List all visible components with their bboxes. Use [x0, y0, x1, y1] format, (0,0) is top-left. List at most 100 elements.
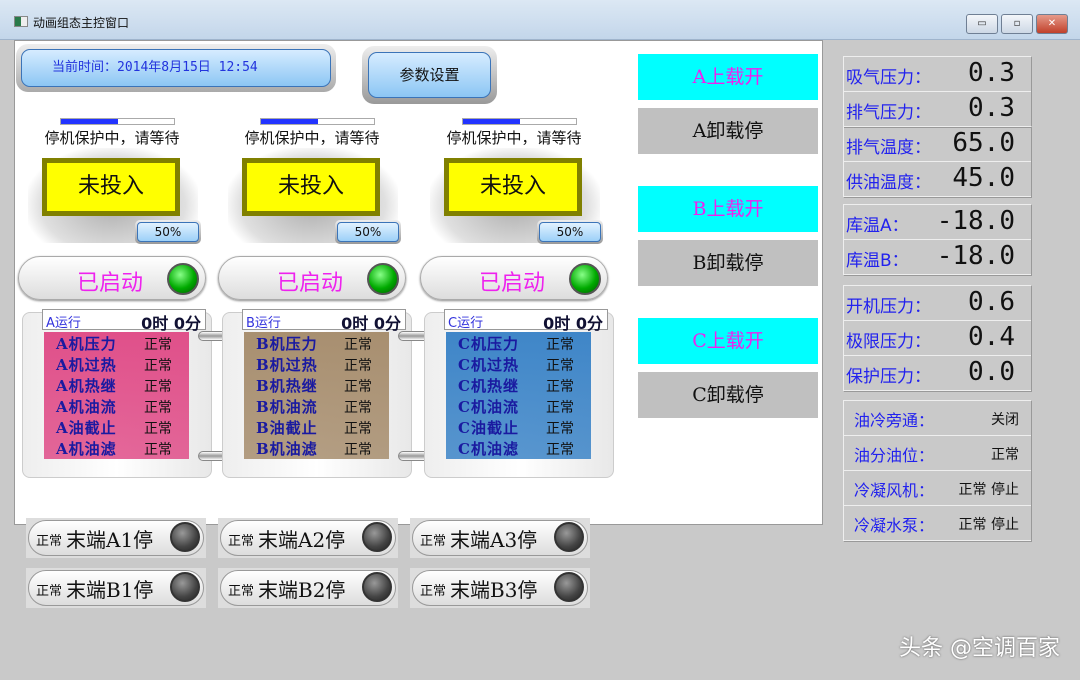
alarm-name: A机油滤 — [56, 440, 117, 458]
terminal-stop-button[interactable]: 正常 末端B1停 — [26, 568, 206, 608]
unit-state-box[interactable]: 未投入 — [42, 158, 180, 216]
status-row: 冷凝水泵： 正常 停止 — [844, 506, 1031, 541]
reading-group: 开机压力： 0.6 极限压力： 0.4 保护压力： 0.0 — [843, 285, 1032, 392]
terminal-status: 正常 — [36, 584, 63, 599]
status-lamp-green — [367, 263, 399, 295]
reading-label: 开机压力： — [846, 297, 931, 317]
close-button[interactable]: ✕ — [1036, 14, 1068, 34]
status-lamp-green — [569, 263, 601, 295]
terminal-stop-button[interactable]: 正常 末端B2停 — [218, 568, 398, 608]
unload-stop-button[interactable]: C卸载停 — [638, 372, 818, 418]
unload-stop-button[interactable]: B卸载停 — [638, 240, 818, 286]
alarm-row: C机热继 正常 — [458, 375, 591, 396]
run-time-header: C运行 0时 0分 — [444, 309, 608, 333]
load-percent-text: 50% — [137, 222, 199, 242]
terminal-label: 末端A1停 — [66, 528, 154, 552]
alarm-value: 正常 — [546, 400, 574, 416]
terminal-stop-button[interactable]: 正常 末端B3停 — [410, 568, 590, 608]
status-lamp-off — [362, 522, 392, 552]
alarm-name: A机油流 — [56, 398, 117, 416]
terminal-label: 末端A2停 — [258, 528, 346, 552]
unit-status-pill[interactable]: 已启动 — [18, 256, 206, 300]
progress-fill — [463, 119, 520, 124]
alarm-panel: A机压力 正常 A机过热 正常 A机热继 正常 A机油流 正常 A油截止 正常 A机油滤 正常 — [44, 332, 189, 459]
alarm-value: 正常 — [344, 400, 372, 416]
terminal-status: 正常 — [36, 534, 63, 549]
alarm-value: 正常 — [144, 400, 172, 416]
unit-state-box[interactable]: 未投入 — [444, 158, 582, 216]
maximize-button[interactable]: ▫ — [1001, 14, 1033, 34]
status-group: 油冷旁通： 关闭 油分油位： 正常 冷凝风机： 正常 停止 冷凝水泵： 正常 停止 — [843, 400, 1032, 542]
load-on-button[interactable]: C上载开 — [638, 318, 818, 364]
reading-row: 开机压力： 0.6 — [844, 286, 1031, 321]
alarm-row: B机热继 正常 — [256, 375, 389, 396]
status-value: 正常 停止 — [958, 517, 1019, 533]
alarm-row: A机压力 正常 — [56, 333, 189, 354]
alarm-value: 正常 — [546, 421, 574, 437]
alarm-name: A油截止 — [56, 419, 117, 437]
terminal-stop-button[interactable]: 正常 末端A1停 — [26, 518, 206, 558]
unit-status-text: 已启动 — [277, 271, 344, 296]
alarm-row: B机油流 正常 — [256, 396, 389, 417]
status-label: 油冷旁通： — [854, 411, 935, 430]
progress-bar — [60, 118, 175, 125]
reading-value: 65.0 — [952, 128, 1015, 158]
alarm-value: 正常 — [144, 421, 172, 437]
alarm-name: C机油流 — [458, 398, 519, 416]
settings-label: 参数设置 — [368, 52, 491, 98]
alarm-row: C机压力 正常 — [458, 333, 591, 354]
unit-status-text: 已启动 — [77, 271, 144, 296]
reading-value: 0.0 — [968, 357, 1015, 387]
status-row: 油冷旁通： 关闭 — [844, 401, 1031, 436]
alarm-value: 正常 — [144, 442, 172, 458]
alarm-value: 正常 — [144, 337, 172, 353]
watermark: 头条 @空调百家 — [899, 636, 1060, 661]
terminal-label: 末端B2停 — [258, 578, 346, 602]
minimize-button[interactable]: ▭ — [966, 14, 998, 34]
terminal-label: 末端B3停 — [450, 578, 538, 602]
load-percent-text: 50% — [539, 222, 601, 242]
reading-value: 45.0 — [952, 163, 1015, 193]
terminal-stop-button[interactable]: 正常 末端A3停 — [410, 518, 590, 558]
terminal-label: 末端B1停 — [66, 578, 154, 602]
alarm-name: B机压力 — [256, 335, 318, 353]
run-label: C运行 — [448, 316, 484, 331]
status-value: 正常 — [991, 447, 1019, 463]
alarm-value: 正常 — [344, 421, 372, 437]
alarm-name: C机热继 — [458, 377, 519, 395]
status-lamp-off — [554, 572, 584, 602]
reading-row: 库温A： -18.0 — [844, 205, 1031, 240]
reading-value: 0.6 — [968, 287, 1015, 317]
run-label: B运行 — [246, 316, 281, 331]
alarm-panel: C机压力 正常 C机过热 正常 C机热继 正常 C机油流 正常 C油截止 正常 C机油滤 正常 — [446, 332, 591, 459]
load-on-button[interactable]: A上载开 — [638, 54, 818, 100]
title-bar — [0, 0, 1080, 40]
status-label: 冷凝水泵： — [854, 516, 935, 535]
terminal-status: 正常 — [420, 584, 447, 599]
load-on-button[interactable]: B上载开 — [638, 186, 818, 232]
alarm-name: B机油流 — [256, 398, 318, 416]
unit-status-pill[interactable]: 已启动 — [420, 256, 608, 300]
alarm-row: A机热继 正常 — [56, 375, 189, 396]
terminal-status: 正常 — [228, 584, 255, 599]
run-label: A运行 — [46, 316, 81, 331]
settings-button[interactable]: 参数设置 — [362, 46, 497, 104]
status-lamp-off — [362, 572, 392, 602]
reading-row: 吸气压力： 0.3 — [844, 57, 1031, 92]
unit-status-text: 已启动 — [479, 271, 546, 296]
alarm-name: C机过热 — [458, 356, 519, 374]
terminal-stop-button[interactable]: 正常 末端A2停 — [218, 518, 398, 558]
wait-message: 停机保护中，请等待 — [244, 129, 380, 147]
alarm-name: B油截止 — [256, 419, 318, 437]
unit-state-box[interactable]: 未投入 — [242, 158, 380, 216]
status-label: 冷凝风机： — [854, 481, 935, 500]
alarm-row: B机压力 正常 — [256, 333, 389, 354]
reading-label: 保护压力： — [846, 367, 931, 387]
status-lamp-green — [167, 263, 199, 295]
unload-stop-button[interactable]: A卸载停 — [638, 108, 818, 154]
load-percent: 50% — [537, 220, 603, 244]
alarm-row: B机过热 正常 — [256, 354, 389, 375]
unit-status-pill[interactable]: 已启动 — [218, 256, 406, 300]
reading-row: 保护压力： 0.0 — [844, 356, 1031, 391]
alarm-panel: B机压力 正常 B机过热 正常 B机热继 正常 B机油流 正常 B油截止 正常 B机油滤 正常 — [244, 332, 389, 459]
